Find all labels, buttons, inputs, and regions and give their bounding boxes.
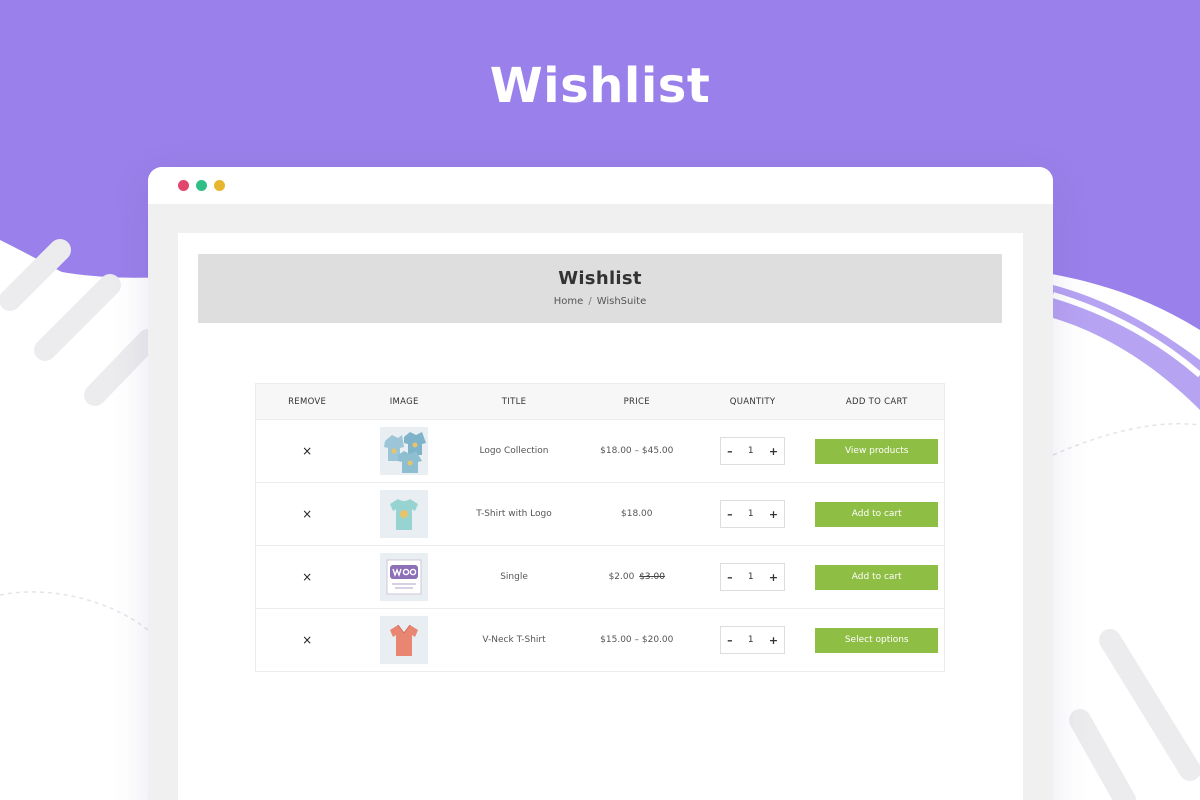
table-row: ×: [255, 419, 945, 483]
quantity-plus-button[interactable]: +: [769, 508, 778, 521]
product-price: $18.00: [621, 509, 653, 519]
breadcrumb-separator: /: [588, 296, 592, 307]
quantity-plus-button[interactable]: +: [769, 445, 778, 458]
product-title[interactable]: T-Shirt with Logo: [450, 482, 578, 546]
album-woo-icon[interactable]: [380, 553, 429, 601]
remove-icon[interactable]: ×: [302, 507, 312, 521]
view-products-button[interactable]: View products: [815, 438, 939, 464]
vneck-tshirt-icon[interactable]: [380, 616, 429, 664]
browser-titlebar: [148, 167, 1053, 204]
header-image: IMAGE: [358, 383, 451, 420]
quantity-stepper: – 1 +: [720, 500, 786, 528]
header-quantity: QUANTITY: [695, 383, 810, 420]
product-price: $15.00 – $20.00: [600, 635, 674, 645]
window-close-dot: [178, 180, 189, 191]
page-title: Wishlist: [558, 268, 642, 289]
table-row: × V-Neck T-Shirt $15.00 – $20.00 – 1 + S…: [255, 608, 945, 672]
table-header-row: REMOVE IMAGE TITLE PRICE QUANTITY ADD TO…: [255, 383, 945, 420]
add-to-cart-button[interactable]: Add to cart: [815, 564, 939, 590]
remove-icon[interactable]: ×: [302, 570, 312, 584]
browser-window: Wishlist Home / WishSuite REMOVE IMAGE TIT…: [148, 167, 1053, 800]
quantity-stepper: – 1 +: [720, 563, 786, 591]
breadcrumb: Home / WishSuite: [198, 296, 1002, 307]
add-to-cart-button[interactable]: Add to cart: [815, 501, 939, 527]
product-sale-price: $2.00: [608, 572, 635, 582]
tshirt-icon[interactable]: [380, 490, 429, 538]
product-price: $18.00 – $45.00: [600, 446, 674, 456]
quantity-value[interactable]: 1: [748, 635, 754, 645]
quantity-minus-button[interactable]: –: [727, 634, 733, 647]
quantity-minus-button[interactable]: –: [727, 508, 733, 521]
header-price: PRICE: [577, 383, 696, 420]
quantity-stepper: – 1 +: [720, 626, 786, 654]
quantity-value[interactable]: 1: [748, 446, 754, 456]
remove-icon[interactable]: ×: [302, 633, 312, 647]
product-title[interactable]: Logo Collection: [450, 419, 578, 483]
window-maximize-dot: [196, 180, 207, 191]
window-minimize-dot: [214, 180, 225, 191]
select-options-button[interactable]: Select options: [815, 627, 939, 653]
product-title[interactable]: V-Neck T-Shirt: [450, 608, 578, 672]
quantity-value[interactable]: 1: [748, 509, 754, 519]
product-regular-price: $3.00: [639, 572, 665, 582]
table-row: × T-Shirt with Logo $18.00 – 1 + Add to …: [255, 482, 945, 546]
banner-title: Wishlist: [489, 58, 711, 114]
page-content: Wishlist Home / WishSuite REMOVE IMAGE TIT…: [178, 233, 1023, 800]
wishlist-table: REMOVE IMAGE TITLE PRICE QUANTITY ADD TO…: [255, 383, 945, 672]
breadcrumb-home-link[interactable]: Home: [554, 296, 584, 307]
page-header: Wishlist Home / WishSuite: [198, 254, 1002, 323]
breadcrumb-current: WishSuite: [596, 296, 647, 307]
header-title: TITLE: [450, 383, 578, 420]
quantity-plus-button[interactable]: +: [769, 571, 778, 584]
quantity-plus-button[interactable]: +: [769, 634, 778, 647]
quantity-minus-button[interactable]: –: [727, 571, 733, 584]
header-add-to-cart: ADD TO CART: [809, 383, 945, 420]
browser-viewport: Wishlist Home / WishSuite REMOVE IMAGE TIT…: [148, 204, 1053, 800]
quantity-value[interactable]: 1: [748, 572, 754, 582]
hoodies-bundle-icon[interactable]: [380, 427, 429, 475]
quantity-minus-button[interactable]: –: [727, 445, 733, 458]
header-remove: REMOVE: [255, 383, 359, 420]
remove-icon[interactable]: ×: [302, 444, 312, 458]
quantity-stepper: – 1 +: [720, 437, 786, 465]
product-title[interactable]: Single: [450, 545, 578, 609]
table-row: ×: [255, 545, 945, 609]
